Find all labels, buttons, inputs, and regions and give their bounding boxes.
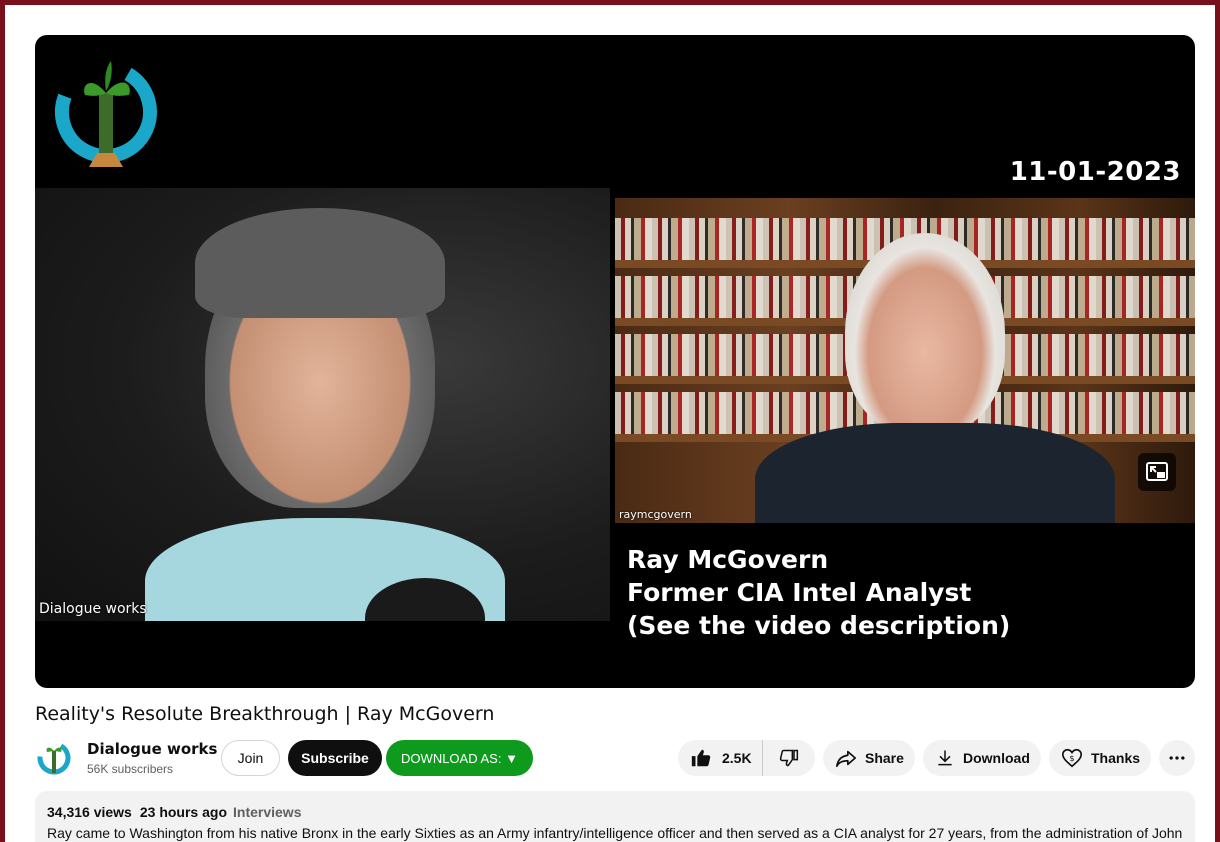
subscribe-button[interactable]: Subscribe — [288, 740, 382, 776]
channel-action-row: Dialogue works 56K subscribers Join Subs… — [35, 738, 1195, 778]
dialogue-works-logo — [54, 60, 157, 167]
more-actions-button[interactable] — [1159, 740, 1195, 776]
more-horizontal-icon — [1169, 756, 1185, 760]
left-participant-label: Dialogue works — [39, 601, 147, 617]
thumbs-up-icon — [691, 749, 711, 767]
right-camera-feed — [615, 198, 1195, 523]
like-count: 2.5K — [722, 750, 752, 766]
share-label: Share — [865, 750, 904, 766]
subscriber-count: 56K subscribers — [87, 762, 174, 776]
download-as-button[interactable]: DOWNLOAD AS: ▼ — [386, 740, 533, 776]
category-tag[interactable]: Interviews — [233, 804, 301, 820]
channel-avatar[interactable] — [35, 739, 73, 777]
description-text: Ray came to Washington from his native B… — [47, 825, 1183, 841]
thanks-button[interactable]: $ Thanks — [1049, 740, 1151, 776]
like-dislike-group: 2.5K — [678, 740, 815, 776]
upload-time: 23 hours ago — [139, 804, 227, 820]
download-icon — [938, 750, 952, 766]
download-button[interactable]: Download — [923, 740, 1041, 776]
join-button[interactable]: Join — [221, 740, 280, 776]
video-player[interactable]: 11-01-2023 Dialogue works raymcgovern Ra… — [35, 35, 1195, 688]
download-label: Download — [963, 750, 1030, 766]
dislike-button[interactable] — [763, 740, 815, 776]
view-count: 34,316 views — [47, 804, 132, 820]
video-title: Reality's Resolute Breakthrough | Ray Mc… — [35, 703, 495, 725]
right-participant-label: raymcgovern — [619, 508, 692, 521]
video-meta: 34,316 views 23 hours ago Interviews — [47, 804, 1183, 820]
caption-line: Ray McGovern — [627, 545, 829, 574]
channel-avatar-icon — [37, 741, 71, 775]
caption-line: Former CIA Intel Analyst — [627, 578, 972, 607]
caption-line: (See the video description) — [627, 611, 1011, 640]
thanks-label: Thanks — [1091, 750, 1141, 766]
share-icon — [836, 750, 856, 768]
miniplayer-icon — [1146, 462, 1168, 481]
thumbs-down-icon — [779, 749, 799, 767]
left-camera-feed — [35, 188, 610, 621]
like-button[interactable]: 2.5K — [678, 740, 763, 776]
date-overlay: 11-01-2023 — [1009, 157, 1181, 187]
svg-text:$: $ — [1069, 753, 1074, 763]
description-box[interactable]: 34,316 views 23 hours ago Interviews Ray c… — [35, 791, 1195, 842]
video-caption: Ray McGovern Former CIA Intel Analyst (S… — [627, 543, 1010, 642]
heart-dollar-icon: $ — [1062, 748, 1082, 768]
miniplayer-button[interactable] — [1138, 453, 1176, 491]
share-button[interactable]: Share — [823, 740, 915, 776]
youtube-watch-page: 11-01-2023 Dialogue works raymcgovern Ra… — [5, 5, 1215, 842]
channel-name[interactable]: Dialogue works — [87, 740, 217, 758]
